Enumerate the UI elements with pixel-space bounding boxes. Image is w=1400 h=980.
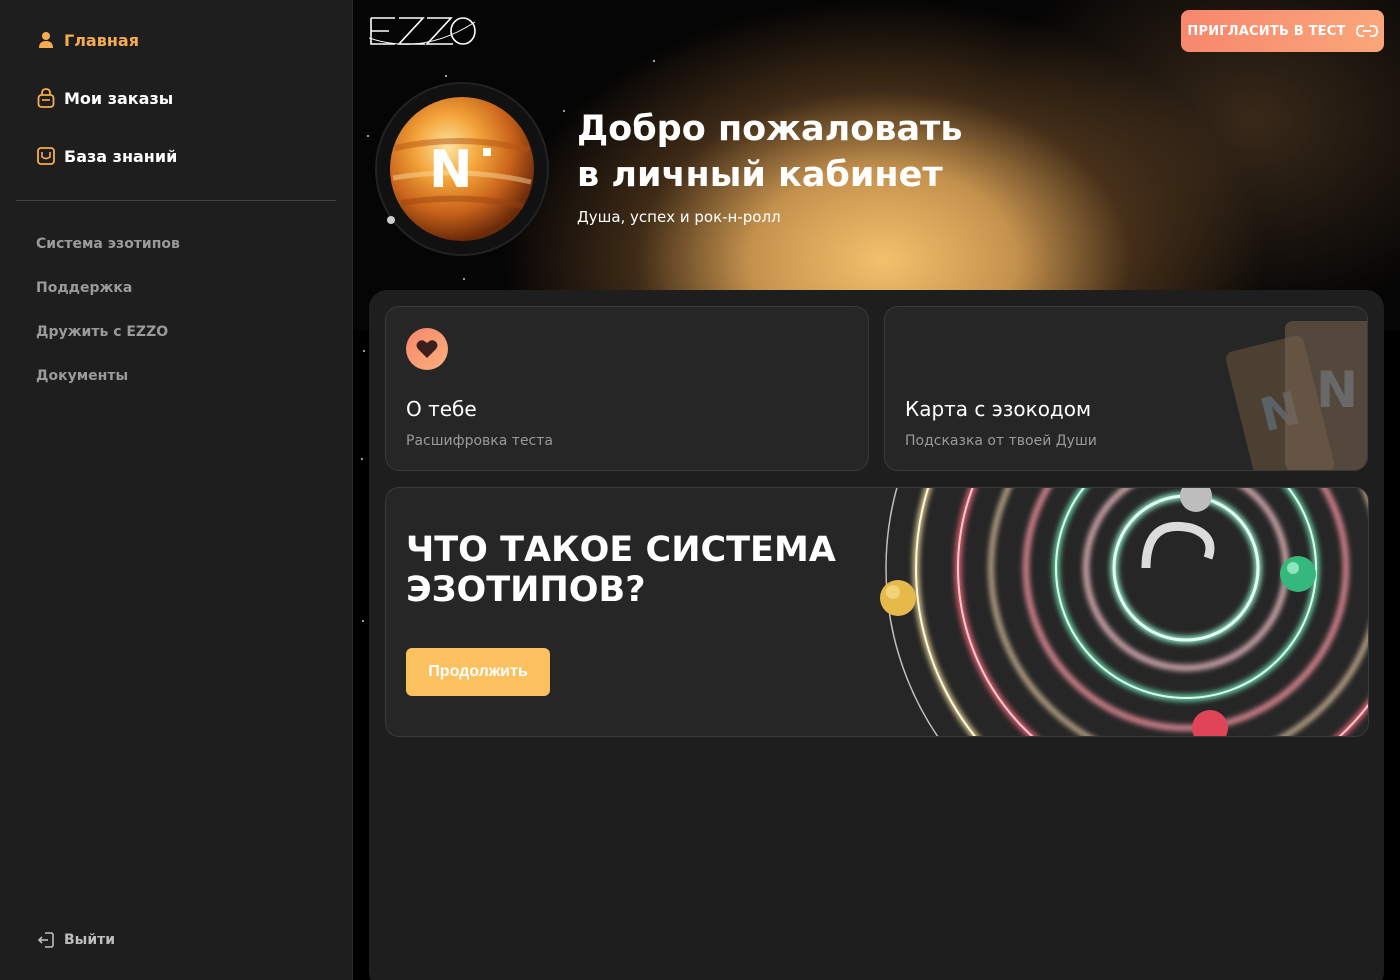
svg-text:N: N xyxy=(1316,361,1358,419)
sidebar-main-nav: Главная Мои заказы База знаний xyxy=(36,26,177,200)
book-icon xyxy=(36,146,56,166)
orbits-illustration xyxy=(846,488,1368,736)
about-card-subtitle: Расшифровка теста xyxy=(406,433,553,449)
sidebar-item-label: Главная xyxy=(64,30,139,50)
ezzo-logo[interactable] xyxy=(368,14,477,48)
sidebar-item-home[interactable]: Главная xyxy=(36,26,177,54)
link-icon xyxy=(1355,24,1378,38)
badge-letter: N xyxy=(429,140,473,200)
bag-icon xyxy=(36,88,56,108)
tarot-cards-illustration: N N xyxy=(1197,307,1367,470)
system-title-line1: ЧТО ТАКОЕ СИСТЕМА xyxy=(406,530,836,570)
invite-label: ПРИГЛАСИТЬ В ТЕСТ xyxy=(1187,23,1346,39)
badge-dot xyxy=(483,148,491,156)
system-card-title: ЧТО ТАКОЕ СИСТЕМА ЭЗОТИПОВ? xyxy=(406,530,846,610)
sidebar-link-documents[interactable]: Документы xyxy=(36,364,180,388)
hero-title: Добро пожаловать в личный кабинет xyxy=(577,106,962,198)
ezotype-system-card: ЧТО ТАКОЕ СИСТЕМА ЭЗОТИПОВ? Продолжить xyxy=(385,487,1369,737)
ezocode-map-card[interactable]: N N Карта с эзокодом Подсказка от твоей … xyxy=(884,306,1368,471)
logout-label: Выйти xyxy=(64,932,116,948)
system-title-line2: ЭЗОТИПОВ? xyxy=(406,570,646,610)
hero-title-line2: в личный кабинет xyxy=(577,155,943,195)
sidebar-item-label: Мои заказы xyxy=(64,88,174,108)
continue-button[interactable]: Продолжить xyxy=(406,648,550,696)
user-icon xyxy=(36,30,56,50)
main-area: ПРИГЛАСИТЬ В ТЕСТ N Добро пожаловать в л… xyxy=(353,0,1400,980)
sidebar-link-support[interactable]: Поддержка xyxy=(36,276,180,300)
sidebar-item-label: База знаний xyxy=(64,146,178,166)
content-panel: О тебе Расшифровка теста N N Карта с эзо… xyxy=(369,290,1384,980)
heart-icon xyxy=(406,328,448,370)
sidebar-secondary-nav: Система эзотипов Поддержка Дружить с EZZ… xyxy=(36,232,180,408)
hero-subtitle: Душа, успех и рок-н-ролл xyxy=(577,208,781,226)
sidebar: Главная Мои заказы База знаний Система э… xyxy=(0,0,353,980)
sidebar-link-ezotype-system[interactable]: Система эзотипов xyxy=(36,232,180,256)
invite-to-test-button[interactable]: ПРИГЛАСИТЬ В ТЕСТ xyxy=(1181,10,1384,52)
sidebar-item-orders[interactable]: Мои заказы xyxy=(36,84,177,112)
logout-icon xyxy=(36,930,56,950)
sidebar-divider xyxy=(16,200,336,201)
sidebar-link-friends[interactable]: Дружить с EZZO xyxy=(36,320,180,344)
hero-title-line1: Добро пожаловать xyxy=(577,109,963,149)
sidebar-item-knowledge-base[interactable]: База знаний xyxy=(36,142,177,170)
logout-button[interactable]: Выйти xyxy=(36,930,115,950)
about-card-title: О тебе xyxy=(406,397,477,421)
map-card-subtitle: Подсказка от твоей Души xyxy=(905,433,1097,449)
map-card-title: Карта с эзокодом xyxy=(905,397,1092,421)
about-you-card[interactable]: О тебе Расшифровка теста xyxy=(385,306,869,471)
